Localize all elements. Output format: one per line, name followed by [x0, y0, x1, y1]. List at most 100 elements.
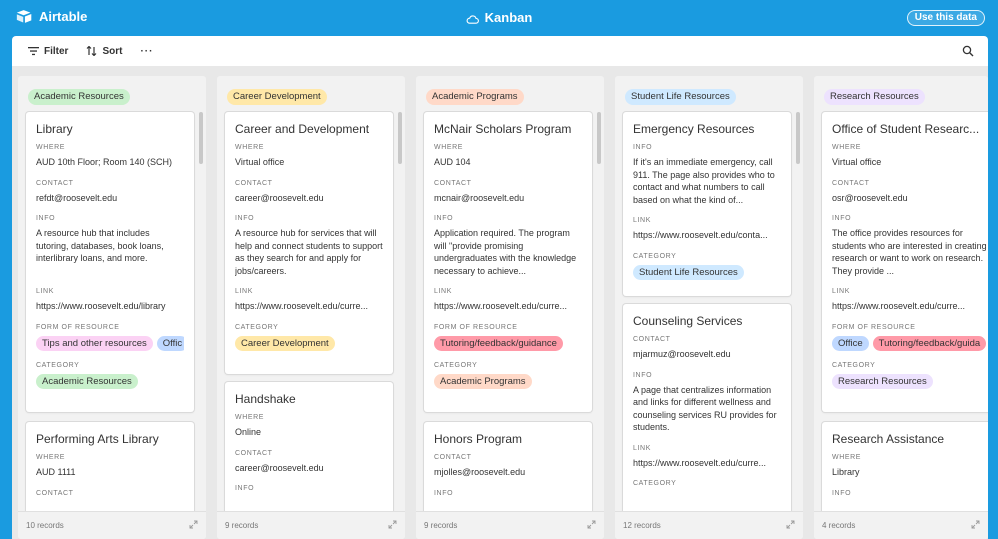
field-value: AUD 10th Floor; Room 140 (SCH): [36, 157, 173, 167]
kanban-column-academic-programs: Academic Programs McNair Scholars Progra…: [416, 76, 604, 539]
field-value: https://www.roosevelt.edu/curre...: [235, 301, 369, 311]
field-pills: Academic Programs: [434, 373, 582, 389]
card-title: Library: [36, 122, 73, 136]
category-pill: Academic Programs: [434, 373, 532, 389]
expand-icon[interactable]: [388, 520, 397, 529]
field-label: INFO: [434, 489, 454, 497]
record-card[interactable]: Career and Development WHERE Virtual off…: [225, 112, 393, 374]
record-card[interactable]: Counseling Services CONTACT mjarmuz@roos…: [623, 304, 791, 539]
expand-icon[interactable]: [587, 520, 596, 529]
field-label: CONTACT: [434, 454, 472, 461]
field-pills: Office Tutoring/feedback/guida: [832, 335, 988, 351]
expand-icon[interactable]: [786, 520, 795, 529]
field-value: Application required. The program will "…: [434, 228, 577, 276]
record-card[interactable]: Emergency Resources INFO If it's an imme…: [623, 112, 791, 296]
sort-label: Sort: [102, 45, 123, 57]
tag-pill: Offic: [156, 335, 184, 351]
field-label: FORM OF RESOURCE: [36, 323, 120, 331]
filter-icon: [28, 47, 39, 56]
field-label: CONTACT: [832, 179, 870, 187]
record-card[interactable]: McNair Scholars Program WHERE AUD 104 CO…: [424, 112, 592, 412]
card-title: Research Assistance: [832, 432, 945, 446]
field-value: Virtual office: [235, 157, 285, 167]
column-scrollbar[interactable]: [398, 112, 402, 164]
field-label: CONTACT: [434, 179, 472, 187]
field-value: AUD 104: [434, 157, 471, 167]
cloud-icon: [466, 15, 479, 24]
field-label: LINK: [832, 288, 850, 295]
use-this-data-button[interactable]: Use this data: [906, 10, 985, 26]
column-label: Research Resources: [824, 89, 925, 105]
column-scrollbar[interactable]: [199, 112, 203, 164]
record-card[interactable]: Office of Student Researc... WHERE Virtu…: [822, 112, 988, 412]
column-scrollbar[interactable]: [597, 112, 601, 164]
expand-icon[interactable]: [189, 520, 198, 529]
field-label: FORM OF RESOURCE: [832, 323, 916, 331]
field-value: Online: [235, 427, 262, 437]
field-value: mjolles@roosevelt.edu: [434, 467, 526, 477]
field-value: refdt@roosevelt.edu: [36, 192, 118, 203]
record-count: 12 records: [623, 521, 661, 530]
card-title: Honors Program: [434, 432, 523, 446]
column-header[interactable]: Student Life Resources: [625, 86, 736, 105]
tag-pill: Tutoring/feedback/guidance: [434, 335, 563, 351]
expand-icon[interactable]: [971, 520, 980, 529]
field-label: WHERE: [832, 144, 862, 151]
column-header[interactable]: Career Development: [227, 86, 327, 105]
field-value: A page that centralizes information and …: [633, 384, 777, 433]
search-icon[interactable]: [962, 45, 974, 57]
toolbar: Filter Sort ···: [12, 36, 988, 66]
column-label: Academic Resources: [28, 89, 130, 105]
filter-label: Filter: [44, 45, 69, 57]
view-title-text: Kanban: [484, 10, 533, 25]
field-label: LINK: [633, 217, 651, 224]
sort-button[interactable]: Sort: [86, 46, 122, 57]
field-pills: Student Life Resources: [633, 264, 781, 280]
field-label: LINK: [235, 288, 253, 295]
field-label: INFO: [235, 485, 255, 492]
record-count: 4 records: [822, 521, 856, 530]
field-label: CATEGORY: [36, 361, 80, 369]
card-title: Performing Arts Library: [36, 432, 159, 446]
column-scrollbar[interactable]: [796, 112, 800, 164]
more-options-button[interactable]: ···: [140, 46, 153, 57]
field-value: A resource hub that includes tutoring, d…: [36, 228, 164, 263]
kanban-column-academic-resources: Academic Resources Library WHERE AUD 10t…: [18, 76, 206, 539]
record-count: 9 records: [424, 521, 458, 530]
column-header[interactable]: Research Resources: [824, 86, 925, 105]
view-container: Filter Sort ··· Academic Resources Libra…: [12, 36, 988, 539]
field-label: WHERE: [832, 454, 862, 461]
field-value: https://www.roosevelt.edu/conta...: [633, 230, 768, 240]
field-value: career@roosevelt.edu: [235, 192, 324, 203]
field-value: If it's an immediate emergency, call 911…: [633, 157, 775, 205]
field-label: CONTACT: [633, 336, 671, 343]
record-card[interactable]: Library WHERE AUD 10th Floor; Room 140 (…: [26, 112, 194, 412]
column-label: Student Life Resources: [625, 89, 736, 105]
card-title: Handshake: [235, 392, 296, 406]
column-header[interactable]: Academic Programs: [426, 86, 524, 105]
kanban-column-student-life-resources: Student Life Resources Emergency Resourc…: [615, 76, 803, 539]
field-value: Library: [832, 467, 860, 477]
field-label: INFO: [434, 215, 454, 222]
field-label: LINK: [633, 444, 651, 452]
card-title: Career and Development: [235, 122, 370, 136]
field-label: CONTACT: [235, 179, 273, 187]
field-value: https://www.roosevelt.edu/curre...: [434, 301, 568, 311]
card-title: McNair Scholars Program: [434, 122, 572, 136]
field-pills: Tutoring/feedback/guidance: [434, 335, 582, 351]
filter-button[interactable]: Filter: [28, 46, 68, 57]
field-value: career@roosevelt.edu: [235, 462, 324, 473]
field-pills: Research Resources: [832, 373, 988, 389]
column-footer: 9 records: [217, 511, 405, 539]
field-label: INFO: [235, 215, 255, 222]
column-header[interactable]: Academic Resources: [28, 86, 130, 105]
field-value: mcnair@roosevelt.edu: [434, 192, 525, 203]
field-value: https://www.roosevelt.edu/curre...: [832, 301, 966, 311]
tag-pill: Tips and other resources: [36, 335, 153, 351]
field-pills: Academic Resources: [36, 373, 184, 389]
card-title: Counseling Services: [633, 314, 743, 328]
kanban-column-career-development: Career Development Career and Developmen…: [217, 76, 405, 539]
field-label: LINK: [434, 288, 452, 295]
field-label: CONTACT: [36, 489, 74, 497]
column-label: Career Development: [227, 89, 327, 105]
